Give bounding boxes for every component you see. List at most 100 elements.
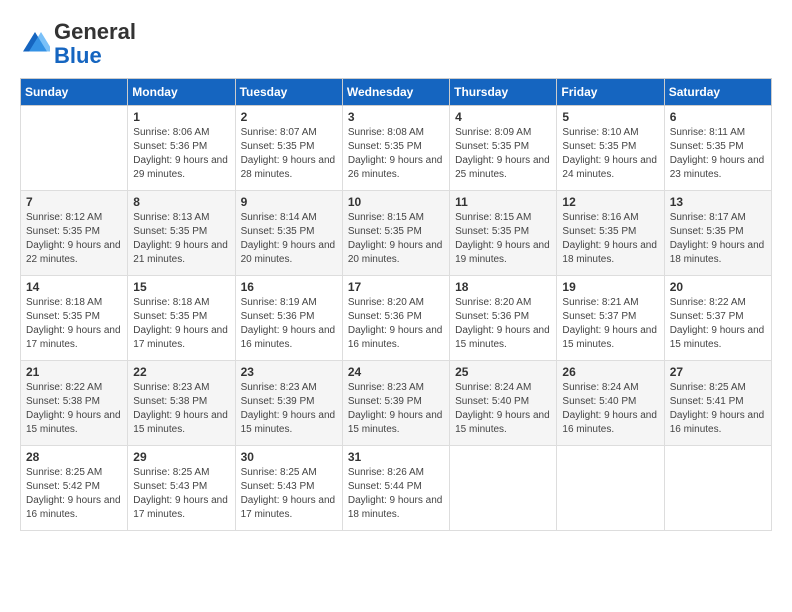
week-row-3: 14 Sunrise: 8:18 AMSunset: 5:35 PMDayligh… bbox=[21, 276, 772, 361]
day-number: 10 bbox=[348, 195, 444, 209]
day-number: 20 bbox=[670, 280, 766, 294]
day-info: Sunrise: 8:18 AMSunset: 5:35 PMDaylight:… bbox=[26, 296, 122, 352]
day-info: Sunrise: 8:24 AMSunset: 5:40 PMDaylight:… bbox=[562, 381, 658, 437]
day-number: 31 bbox=[348, 450, 444, 464]
week-row-1: 1Sunrise: 8:06 AMSunset: 5:36 PMDaylight… bbox=[21, 106, 772, 191]
day-cell: 21 Sunrise: 8:22 AMSunset: 5:38 PMDayligh… bbox=[21, 361, 128, 446]
page-header: GeneralBlue bbox=[20, 20, 772, 68]
day-number: 27 bbox=[670, 365, 766, 379]
day-number: 2 bbox=[241, 110, 337, 124]
day-info: Sunrise: 8:26 AMSunset: 5:44 PMDaylight:… bbox=[348, 466, 444, 522]
day-cell: 22 Sunrise: 8:23 AMSunset: 5:38 PMDayligh… bbox=[128, 361, 235, 446]
day-number: 9 bbox=[241, 195, 337, 209]
day-cell: 2 Sunrise: 8:07 AMSunset: 5:35 PMDaylight… bbox=[235, 106, 342, 191]
day-info: Sunrise: 8:23 AMSunset: 5:39 PMDaylight:… bbox=[241, 381, 337, 437]
day-info: Sunrise: 8:25 AMSunset: 5:41 PMDaylight:… bbox=[670, 381, 766, 437]
day-number: 23 bbox=[241, 365, 337, 379]
day-cell: 20 Sunrise: 8:22 AMSunset: 5:37 PMDayligh… bbox=[664, 276, 771, 361]
day-cell bbox=[450, 446, 557, 531]
day-number: 5 bbox=[562, 110, 658, 124]
day-cell: 24 Sunrise: 8:23 AMSunset: 5:39 PMDayligh… bbox=[342, 361, 449, 446]
day-cell: 14 Sunrise: 8:18 AMSunset: 5:35 PMDayligh… bbox=[21, 276, 128, 361]
day-info: Sunrise: 8:07 AMSunset: 5:35 PMDaylight:… bbox=[241, 126, 337, 182]
day-info: Sunrise: 8:06 AMSunset: 5:36 PMDaylight:… bbox=[133, 126, 229, 182]
day-info: Sunrise: 8:25 AMSunset: 5:42 PMDaylight:… bbox=[26, 466, 122, 522]
day-number: 14 bbox=[26, 280, 122, 294]
calendar-table: SundayMondayTuesdayWednesdayThursdayFrid… bbox=[20, 78, 772, 531]
header-cell-sunday: Sunday bbox=[21, 79, 128, 106]
week-row-2: 7 Sunrise: 8:12 AMSunset: 5:35 PMDaylight… bbox=[21, 191, 772, 276]
day-cell: 27 Sunrise: 8:25 AMSunset: 5:41 PMDayligh… bbox=[664, 361, 771, 446]
day-cell: 25 Sunrise: 8:24 AMSunset: 5:40 PMDayligh… bbox=[450, 361, 557, 446]
day-info: Sunrise: 8:19 AMSunset: 5:36 PMDaylight:… bbox=[241, 296, 337, 352]
day-cell: 30 Sunrise: 8:25 AMSunset: 5:43 PMDayligh… bbox=[235, 446, 342, 531]
logo-text: GeneralBlue bbox=[54, 20, 136, 68]
day-cell: 1Sunrise: 8:06 AMSunset: 5:36 PMDaylight… bbox=[128, 106, 235, 191]
day-number: 17 bbox=[348, 280, 444, 294]
day-info: Sunrise: 8:22 AMSunset: 5:38 PMDaylight:… bbox=[26, 381, 122, 437]
day-number: 25 bbox=[455, 365, 551, 379]
header-cell-wednesday: Wednesday bbox=[342, 79, 449, 106]
header-row: SundayMondayTuesdayWednesdayThursdayFrid… bbox=[21, 79, 772, 106]
logo: GeneralBlue bbox=[20, 20, 136, 68]
day-cell: 29 Sunrise: 8:25 AMSunset: 5:43 PMDayligh… bbox=[128, 446, 235, 531]
day-info: Sunrise: 8:16 AMSunset: 5:35 PMDaylight:… bbox=[562, 211, 658, 267]
day-cell bbox=[557, 446, 664, 531]
day-cell: 26 Sunrise: 8:24 AMSunset: 5:40 PMDayligh… bbox=[557, 361, 664, 446]
day-info: Sunrise: 8:11 AMSunset: 5:35 PMDaylight:… bbox=[670, 126, 766, 182]
day-number: 29 bbox=[133, 450, 229, 464]
day-cell: 31 Sunrise: 8:26 AMSunset: 5:44 PMDayligh… bbox=[342, 446, 449, 531]
day-info: Sunrise: 8:14 AMSunset: 5:35 PMDaylight:… bbox=[241, 211, 337, 267]
day-number: 7 bbox=[26, 195, 122, 209]
day-number: 30 bbox=[241, 450, 337, 464]
day-number: 8 bbox=[133, 195, 229, 209]
day-number: 3 bbox=[348, 110, 444, 124]
day-cell: 11Sunrise: 8:15 AMSunset: 5:35 PMDayligh… bbox=[450, 191, 557, 276]
day-info: Sunrise: 8:10 AMSunset: 5:35 PMDaylight:… bbox=[562, 126, 658, 182]
day-cell bbox=[21, 106, 128, 191]
day-cell bbox=[664, 446, 771, 531]
day-cell: 12 Sunrise: 8:16 AMSunset: 5:35 PMDayligh… bbox=[557, 191, 664, 276]
day-cell: 28 Sunrise: 8:25 AMSunset: 5:42 PMDayligh… bbox=[21, 446, 128, 531]
day-number: 21 bbox=[26, 365, 122, 379]
day-cell: 8 Sunrise: 8:13 AMSunset: 5:35 PMDaylight… bbox=[128, 191, 235, 276]
day-number: 26 bbox=[562, 365, 658, 379]
day-info: Sunrise: 8:25 AMSunset: 5:43 PMDaylight:… bbox=[133, 466, 229, 522]
day-cell: 6Sunrise: 8:11 AMSunset: 5:35 PMDaylight… bbox=[664, 106, 771, 191]
day-number: 22 bbox=[133, 365, 229, 379]
day-cell: 3Sunrise: 8:08 AMSunset: 5:35 PMDaylight… bbox=[342, 106, 449, 191]
week-row-4: 21 Sunrise: 8:22 AMSunset: 5:38 PMDayligh… bbox=[21, 361, 772, 446]
header-cell-monday: Monday bbox=[128, 79, 235, 106]
day-cell: 18Sunrise: 8:20 AMSunset: 5:36 PMDayligh… bbox=[450, 276, 557, 361]
day-info: Sunrise: 8:13 AMSunset: 5:35 PMDaylight:… bbox=[133, 211, 229, 267]
day-info: Sunrise: 8:23 AMSunset: 5:38 PMDaylight:… bbox=[133, 381, 229, 437]
day-info: Sunrise: 8:09 AMSunset: 5:35 PMDaylight:… bbox=[455, 126, 551, 182]
calendar-header: SundayMondayTuesdayWednesdayThursdayFrid… bbox=[21, 79, 772, 106]
day-info: Sunrise: 8:24 AMSunset: 5:40 PMDaylight:… bbox=[455, 381, 551, 437]
day-info: Sunrise: 8:12 AMSunset: 5:35 PMDaylight:… bbox=[26, 211, 122, 267]
day-number: 28 bbox=[26, 450, 122, 464]
day-number: 18 bbox=[455, 280, 551, 294]
header-cell-saturday: Saturday bbox=[664, 79, 771, 106]
day-info: Sunrise: 8:23 AMSunset: 5:39 PMDaylight:… bbox=[348, 381, 444, 437]
day-number: 12 bbox=[562, 195, 658, 209]
day-info: Sunrise: 8:22 AMSunset: 5:37 PMDaylight:… bbox=[670, 296, 766, 352]
day-info: Sunrise: 8:18 AMSunset: 5:35 PMDaylight:… bbox=[133, 296, 229, 352]
day-cell: 4 Sunrise: 8:09 AMSunset: 5:35 PMDaylight… bbox=[450, 106, 557, 191]
day-info: Sunrise: 8:21 AMSunset: 5:37 PMDaylight:… bbox=[562, 296, 658, 352]
day-number: 13 bbox=[670, 195, 766, 209]
day-number: 24 bbox=[348, 365, 444, 379]
day-number: 19 bbox=[562, 280, 658, 294]
day-number: 4 bbox=[455, 110, 551, 124]
day-number: 16 bbox=[241, 280, 337, 294]
calendar-body: 1Sunrise: 8:06 AMSunset: 5:36 PMDaylight… bbox=[21, 106, 772, 531]
logo-icon bbox=[20, 29, 50, 59]
day-cell: 7 Sunrise: 8:12 AMSunset: 5:35 PMDaylight… bbox=[21, 191, 128, 276]
day-cell: 23 Sunrise: 8:23 AMSunset: 5:39 PMDayligh… bbox=[235, 361, 342, 446]
week-row-5: 28 Sunrise: 8:25 AMSunset: 5:42 PMDayligh… bbox=[21, 446, 772, 531]
day-info: Sunrise: 8:20 AMSunset: 5:36 PMDaylight:… bbox=[348, 296, 444, 352]
day-number: 11 bbox=[455, 195, 551, 209]
day-info: Sunrise: 8:25 AMSunset: 5:43 PMDaylight:… bbox=[241, 466, 337, 522]
day-cell: 19 Sunrise: 8:21 AMSunset: 5:37 PMDayligh… bbox=[557, 276, 664, 361]
day-info: Sunrise: 8:15 AMSunset: 5:35 PMDaylight:… bbox=[348, 211, 444, 267]
